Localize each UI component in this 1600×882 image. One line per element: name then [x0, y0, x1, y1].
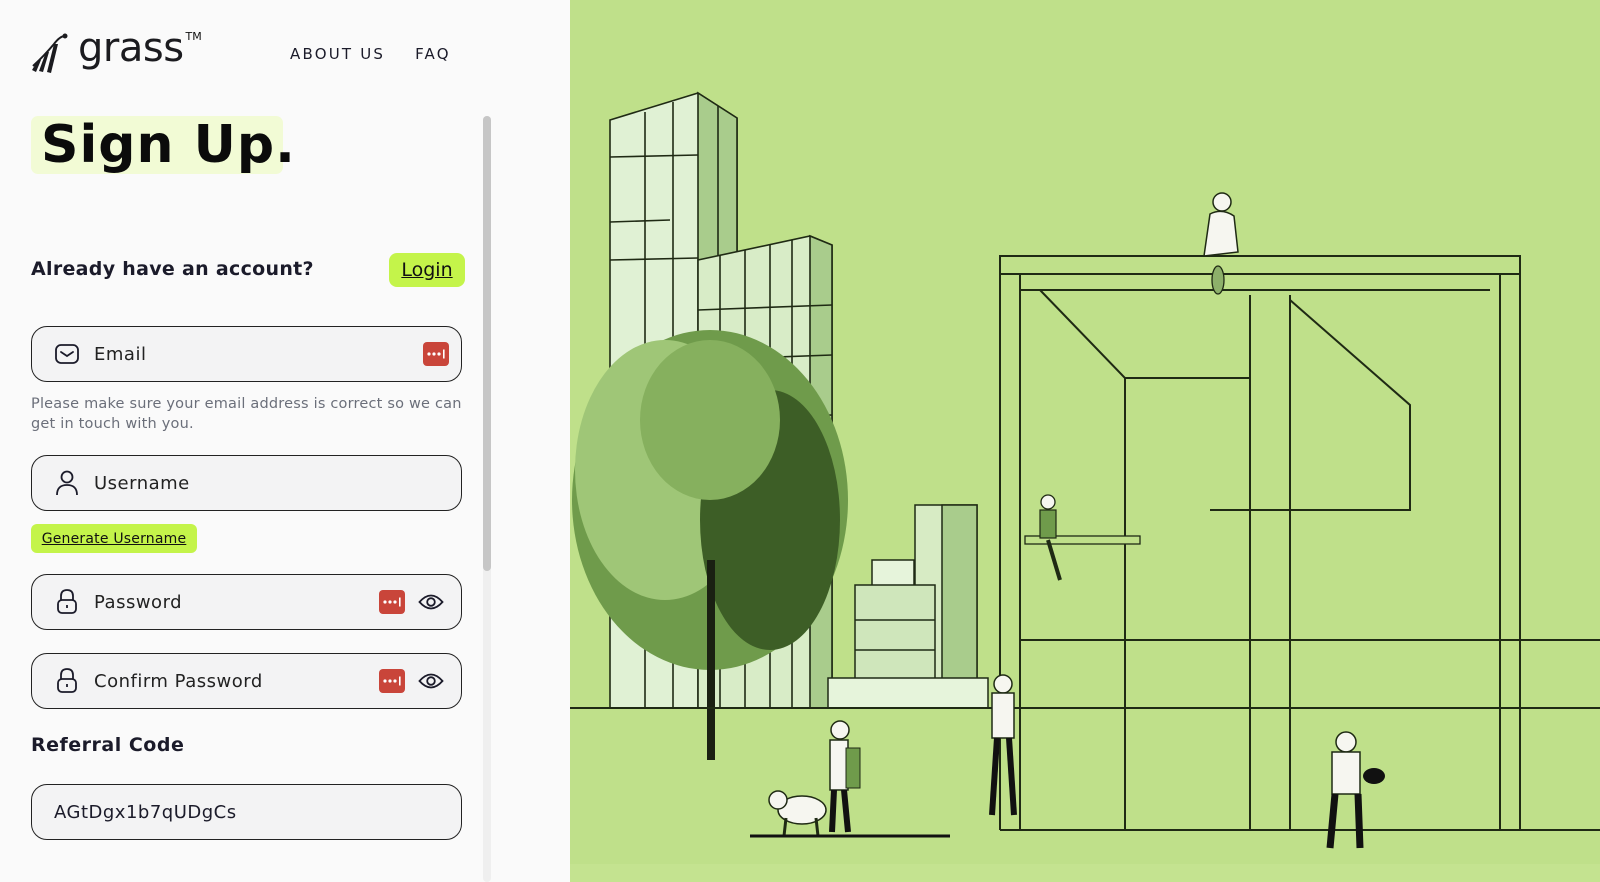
- brand-logo[interactable]: grass TM: [30, 25, 202, 74]
- top-nav: ABOUT US FAQ: [290, 45, 451, 63]
- already-have-account-text: Already have an account?: [31, 258, 314, 280]
- person-shelf: [1024, 494, 1141, 581]
- hero-illustration: [570, 0, 1600, 882]
- eye-icon[interactable]: [417, 667, 445, 695]
- illustration-bottom-band: [570, 864, 1600, 882]
- password-manager-icon[interactable]: [379, 669, 405, 693]
- confirm-password-field[interactable]: [31, 653, 462, 709]
- city-illustration: [570, 91, 1600, 882]
- user-icon: [54, 470, 80, 496]
- nav-faq[interactable]: FAQ: [415, 45, 451, 63]
- login-button[interactable]: Login: [389, 253, 465, 287]
- password-field[interactable]: [31, 574, 462, 630]
- envelope-icon: [54, 341, 80, 367]
- trademark: TM: [185, 30, 202, 43]
- referral-code-field[interactable]: [31, 784, 462, 840]
- page-title: Sign Up.: [41, 115, 296, 175]
- small-building: [827, 504, 989, 709]
- person-with-dog: [829, 720, 861, 833]
- username-field[interactable]: [31, 455, 462, 511]
- brand-name: grass: [78, 25, 184, 71]
- signup-panel: grass TM ABOUT US FAQ Sign Up. Already h…: [0, 0, 570, 882]
- email-hint: Please make sure your email address is c…: [31, 396, 462, 432]
- password-manager-icon[interactable]: [423, 342, 449, 366]
- person-standing-left: [989, 674, 1017, 816]
- eye-icon[interactable]: [417, 588, 445, 616]
- password-input[interactable]: [92, 581, 379, 623]
- username-input[interactable]: [92, 462, 461, 504]
- lock-icon: [54, 668, 80, 694]
- grass-logo-icon: [32, 33, 68, 73]
- confirm-password-input[interactable]: [92, 660, 379, 702]
- nav-about-us[interactable]: ABOUT US: [290, 45, 385, 63]
- dog: [768, 790, 827, 837]
- scrollbar-thumb[interactable]: [483, 116, 491, 571]
- email-field[interactable]: [31, 326, 462, 382]
- referral-code-label: Referral Code: [31, 734, 185, 756]
- lock-icon: [54, 589, 80, 615]
- email-input[interactable]: [92, 333, 423, 375]
- person-top: [1203, 192, 1239, 295]
- referral-code-input[interactable]: [52, 791, 461, 833]
- generate-username-button[interactable]: Generate Username: [31, 524, 197, 553]
- password-manager-icon[interactable]: [379, 590, 405, 614]
